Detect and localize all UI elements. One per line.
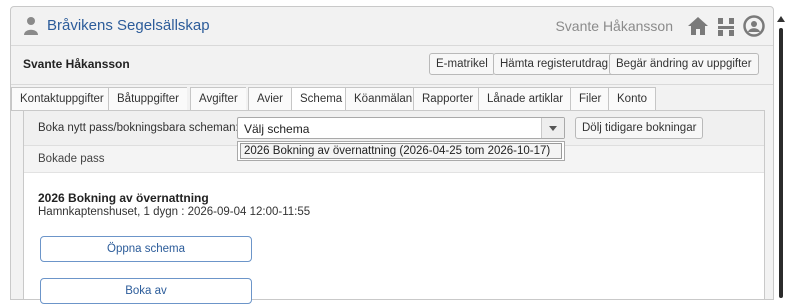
organization-icon[interactable] bbox=[715, 15, 737, 37]
chevron-down-icon[interactable] bbox=[541, 118, 564, 138]
schema-panel: Boka nytt pass/bokningsbara scheman: Väl… bbox=[23, 110, 765, 304]
tab-schema[interactable]: Schema bbox=[291, 87, 351, 111]
scroll-up-icon[interactable] bbox=[777, 16, 785, 22]
home-icon[interactable] bbox=[687, 15, 709, 37]
tab-konto[interactable]: Konto bbox=[608, 87, 657, 111]
ematrikel-button[interactable]: E-matrikel bbox=[429, 53, 495, 75]
booked-section-title: Bokade pass bbox=[38, 153, 105, 165]
schedule-select[interactable]: Välj schema bbox=[237, 117, 565, 139]
hamta-registerutdrag-button[interactable]: Hämta registerutdrag bbox=[493, 53, 616, 75]
hide-previous-bookings-button[interactable]: Dölj tidigare bokningar bbox=[575, 117, 704, 139]
booked-item-title: 2026 Bokning av övernattning bbox=[38, 191, 209, 205]
schedule-option[interactable]: 2026 Bokning av övernattning (2026-04-25… bbox=[240, 143, 562, 159]
begar-andring-button[interactable]: Begär ändring av uppgifter bbox=[609, 53, 759, 75]
scroll-thumb[interactable] bbox=[779, 28, 783, 298]
book-schedule-label: Boka nytt pass/bokningsbara scheman: bbox=[38, 122, 239, 134]
tab-koanmalan[interactable]: Köanmälan bbox=[345, 87, 421, 111]
schedule-select-value: Välj schema bbox=[244, 122, 310, 136]
tab-bar: Kontaktuppgifter Båtuppgifter Avgifter A… bbox=[11, 87, 773, 111]
user-circle-icon[interactable] bbox=[743, 15, 765, 37]
vertical-scrollbar[interactable] bbox=[776, 6, 786, 300]
tab-kontaktuppgifter[interactable]: Kontaktuppgifter bbox=[11, 87, 112, 111]
open-schedule-button[interactable]: Öppna schema bbox=[40, 236, 252, 262]
tab-filer[interactable]: Filer bbox=[570, 87, 610, 111]
member-bar: Svante Håkansson E-matrikel Hämta regist… bbox=[11, 46, 773, 85]
tab-lanade-artiklar[interactable]: Lånade artiklar bbox=[478, 87, 572, 111]
app-header: Bråvikens Segelsällskap Svante Håkansson bbox=[11, 7, 773, 46]
schedule-dropdown: 2026 Bokning av övernattning (2026-04-25… bbox=[237, 141, 565, 161]
cancel-booking-button[interactable]: Boka av bbox=[40, 278, 252, 304]
tab-batuppgifter[interactable]: Båtuppgifter bbox=[108, 87, 188, 111]
tab-rapporter[interactable]: Rapporter bbox=[413, 87, 482, 111]
booked-item-details: Hamnkaptenshuset, 1 dygn : 2026-09-04 12… bbox=[38, 206, 311, 218]
member-name: Svante Håkansson bbox=[23, 57, 130, 71]
tab-avier[interactable]: Avier bbox=[248, 87, 291, 111]
org-title[interactable]: Bråvikens Segelsällskap bbox=[47, 17, 210, 34]
header-user-name: Svante Håkansson bbox=[555, 18, 673, 34]
app-window: Bråvikens Segelsällskap Svante Håkansson… bbox=[10, 6, 774, 304]
person-icon bbox=[24, 17, 38, 35]
tab-avgifter[interactable]: Avgifter bbox=[190, 87, 246, 111]
